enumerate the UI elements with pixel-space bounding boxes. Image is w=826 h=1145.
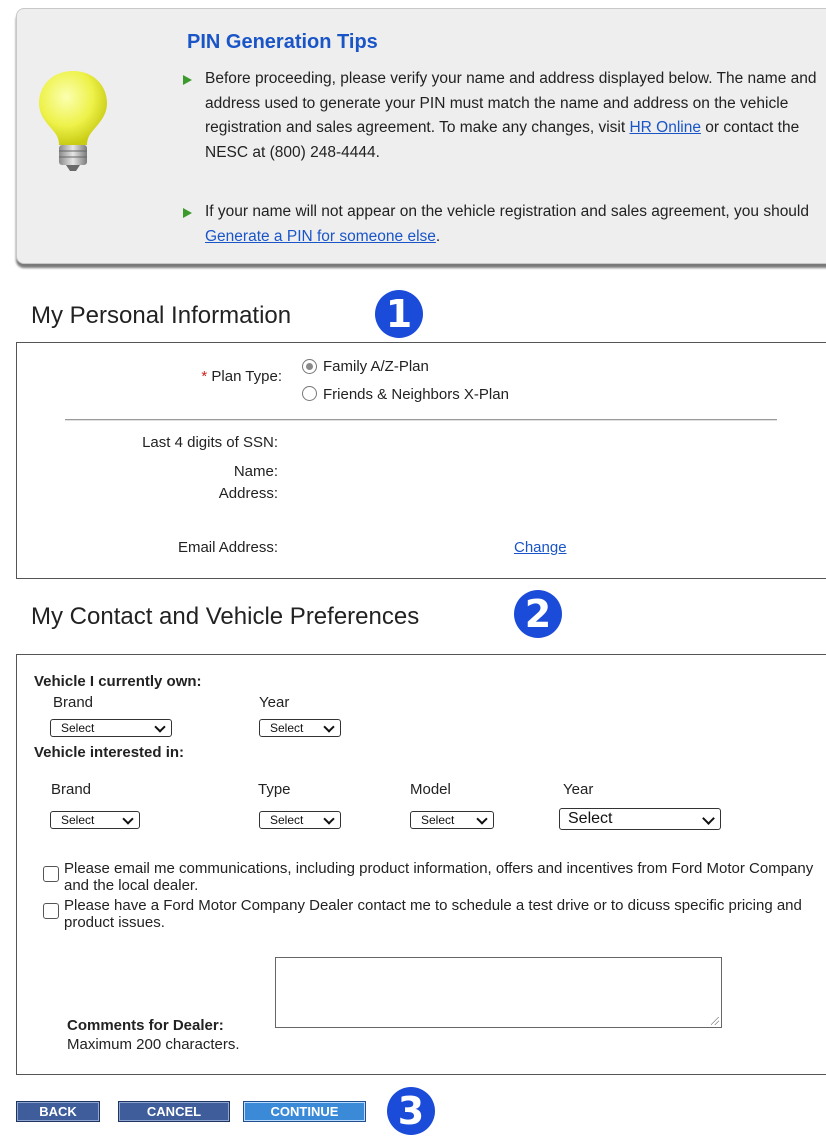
personal-info-heading: My Personal Information — [31, 302, 292, 329]
interested-vehicle-heading: Vehicle interested in: — [34, 744, 185, 761]
step-2-badge: 2 — [514, 590, 562, 638]
tip-item-someone-else: If your name will not appear on the vehi… — [183, 200, 825, 249]
email-opt-in-label: Please email me communications, includin… — [64, 860, 814, 894]
interested-year-select-value: Select — [568, 810, 613, 827]
chevron-down-icon — [323, 721, 335, 733]
comments-hint: Maximum 200 characters. — [67, 1036, 240, 1053]
dealer-contact-label: Please have a Ford Motor Company Dealer … — [64, 897, 802, 931]
interested-type-label: Type — [258, 781, 291, 798]
step-1-badge: 1 — [375, 290, 423, 338]
cancel-button[interactable]: CANCEL — [118, 1101, 230, 1122]
personal-info-panel: * Plan Type: Family A/Z-Plan Friends & N… — [16, 342, 826, 579]
name-label: Name: — [233, 463, 278, 480]
step-3-badge: 3 — [387, 1087, 435, 1135]
resize-grip-icon[interactable] — [711, 1017, 719, 1025]
plan-radio-family[interactable] — [302, 359, 317, 374]
change-email-link[interactable]: Change — [514, 539, 567, 556]
owned-year-label: Year — [259, 694, 290, 711]
owned-brand-select[interactable]: Select — [50, 719, 172, 737]
hr-online-link[interactable]: HR Online — [629, 119, 701, 136]
interested-brand-select[interactable]: Select — [50, 811, 140, 829]
owned-brand-select-value: Select — [61, 721, 95, 735]
chevron-down-icon — [702, 812, 715, 825]
back-button[interactable]: BACK — [16, 1101, 100, 1122]
owned-year-select-value: Select — [270, 721, 304, 735]
interested-year-select[interactable]: Select — [559, 808, 721, 830]
interested-brand-label: Brand — [51, 781, 92, 798]
email-opt-in-checkbox[interactable] — [43, 866, 59, 882]
bullet-arrow-icon — [183, 208, 192, 218]
plan-option-friends: Friends & Neighbors X-Plan — [323, 386, 509, 403]
plan-option-family: Family A/Z-Plan — [323, 358, 429, 375]
owned-brand-label: Brand — [53, 694, 94, 711]
continue-button[interactable]: CONTINUE — [243, 1101, 366, 1122]
address-label: Address: — [218, 485, 278, 502]
interested-model-select-value: Select — [421, 813, 455, 827]
ssn-label: Last 4 digits of SSN: — [142, 434, 278, 451]
interested-type-select-value: Select — [270, 813, 304, 827]
tip-text-after: . — [435, 227, 441, 245]
plan-radio-friends[interactable] — [302, 386, 317, 401]
chevron-down-icon — [476, 813, 488, 825]
contact-preferences-heading: My Contact and Vehicle Preferences — [31, 603, 420, 630]
tips-title: PIN Generation Tips — [187, 31, 378, 53]
owned-vehicle-heading: Vehicle I currently own: — [34, 673, 202, 690]
tip-text: If your name will not appear on the vehi… — [205, 203, 809, 220]
email-label: Email Address: — [177, 539, 278, 556]
owned-year-select[interactable]: Select — [259, 719, 341, 737]
chevron-down-icon — [154, 721, 166, 733]
dealer-contact-checkbox[interactable] — [43, 903, 59, 919]
plan-type-label-text: Plan Type: — [207, 368, 282, 385]
interested-model-label: Model — [410, 781, 451, 798]
interested-year-label: Year — [563, 781, 594, 798]
interested-type-select[interactable]: Select — [259, 811, 341, 829]
bullet-arrow-icon — [183, 75, 192, 85]
chevron-down-icon — [122, 813, 134, 825]
interested-model-select[interactable]: Select — [410, 811, 494, 829]
pin-tips-box: PIN Generation Tips Before proceeding, p… — [16, 8, 826, 264]
comments-textarea[interactable] — [275, 957, 722, 1028]
divider — [65, 419, 777, 421]
chevron-down-icon — [323, 813, 335, 825]
comments-label: Comments for Dealer: — [67, 1017, 224, 1034]
generate-pin-someone-else-link[interactable]: Generate a PIN for someone else — [205, 228, 436, 245]
light-bulb-icon — [39, 71, 107, 171]
interested-brand-select-value: Select — [61, 813, 95, 827]
tip-item-verify: Before proceeding, please verify your na… — [183, 67, 825, 165]
plan-type-label: * Plan Type: — [92, 368, 282, 385]
